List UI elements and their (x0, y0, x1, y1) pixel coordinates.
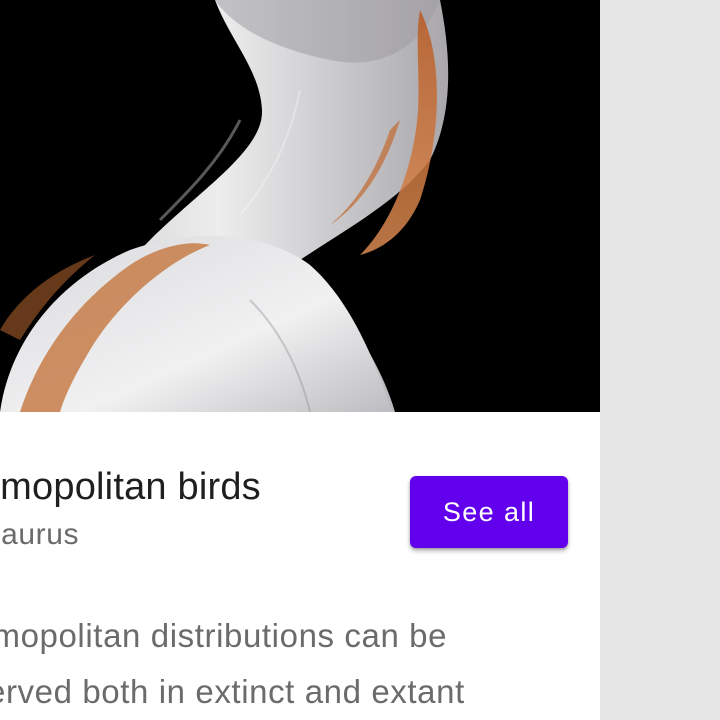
screen: Cosmopolitan birds Thesaurus See all Cos… (0, 0, 720, 720)
card-header: Cosmopolitan birds Thesaurus See all (0, 412, 600, 572)
see-all-button[interactable]: See all (410, 476, 568, 548)
card-subtitle: Thesaurus (0, 518, 80, 551)
bird-illustration (0, 0, 600, 412)
body-line: Cosmopolitan distributions can be (0, 617, 448, 654)
content-card: Cosmopolitan birds Thesaurus See all Cos… (0, 0, 600, 720)
card-media-image (0, 0, 600, 412)
card-title: Cosmopolitan birds (0, 466, 261, 508)
side-gutter (600, 0, 720, 720)
body-line: observed both in extinct and extant (0, 673, 465, 710)
card-body-text: Cosmopolitan distributions can be observ… (0, 608, 600, 720)
